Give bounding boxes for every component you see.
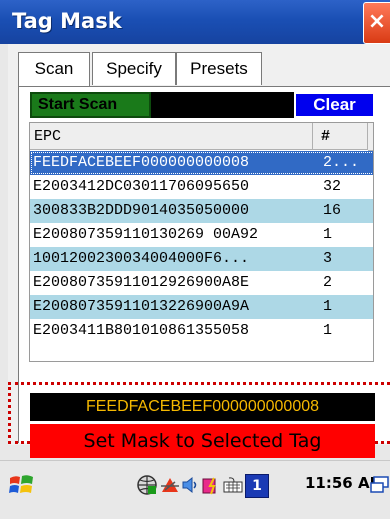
count-cell: 1 [323,298,333,315]
title-bar: Tag Mask × [0,0,390,44]
globe-icon[interactable] [136,474,158,496]
tab-presets[interactable]: Presets [176,52,262,85]
count-cell: 3 [323,250,333,267]
table-row[interactable]: 1001200230034004000F6... 3 [30,247,373,271]
volume-icon[interactable] [180,474,202,496]
count-cell: 2... [323,154,360,171]
tag-list[interactable]: EPC # FEEDFACEBEEF000000000008 2... E200… [29,122,374,362]
table-row[interactable]: 300833B2DDD9014035050000 16 [30,199,373,223]
selected-epc-display: FEEDFACEBEEF000000000008 [30,393,375,421]
count-cell: 32 [323,178,342,195]
taskbar: 1 11:56 AM [0,460,390,519]
count-cell: 1 [323,322,333,339]
table-row[interactable]: E20080735911012926900A8E 2 [30,271,373,295]
count-cell: 16 [323,202,342,219]
epc-cell: E20080735911012926900A8E [33,274,250,291]
epc-cell: 300833B2DDD9014035050000 [33,202,250,219]
window-title: Tag Mask [12,9,122,33]
table-row[interactable]: FEEDFACEBEEF000000000008 2... [30,151,373,175]
table-row[interactable]: E200807359110130269 00A92 1 [30,223,373,247]
table-row[interactable]: E20080735911013226900A9A 1 [30,295,373,319]
column-header-count[interactable]: # [313,123,368,150]
epc-cell: E20080735911013226900A9A [33,298,250,315]
count-cell: 1 [323,226,333,243]
input-badge-icon[interactable]: 1 [245,474,269,498]
epc-cell: E2003412DC03011706095650 [33,178,250,195]
count-cell: 2 [323,274,333,291]
battery-icon[interactable] [200,474,222,496]
network-icon[interactable] [159,474,181,496]
epc-cell: E200807359110130269 00A92 [33,226,259,243]
close-button[interactable]: × [363,2,390,44]
set-mask-button[interactable]: Set Mask to Selected Tag [30,424,375,458]
desktop-icon[interactable] [370,474,390,496]
column-header-filler [368,123,373,151]
epc-cell: FEEDFACEBEEF000000000008 [33,154,250,171]
keyboard-icon[interactable] [222,474,244,496]
column-header-epc[interactable]: EPC [30,123,313,150]
clear-button[interactable]: Clear [294,92,375,118]
table-row[interactable]: E2003411B801010861355058 1 [30,319,373,343]
tab-scan[interactable]: Scan [18,52,90,88]
tab-specify[interactable]: Specify [92,52,176,85]
start-scan-button[interactable]: Start Scan [30,92,151,118]
epc-cell: E2003411B801010861355058 [33,322,250,339]
start-menu-icon[interactable] [8,472,36,498]
epc-cell: 1001200230034004000F6... [33,250,250,267]
table-row[interactable]: E2003412DC03011706095650 32 [30,175,373,199]
